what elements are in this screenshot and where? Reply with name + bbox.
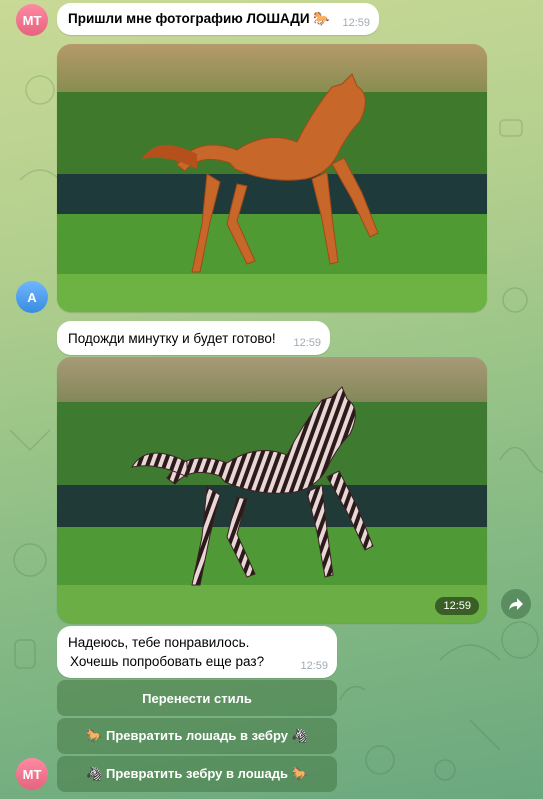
avatar-initials: MT: [22, 766, 42, 782]
message-bubble: Подожди минутку и будет готово! 12:59: [57, 321, 330, 355]
photo-time: 12:59: [435, 597, 479, 615]
message-text: Пришли мне фотографию ЛОШАДИ 🐎: [68, 11, 331, 26]
share-arrow-icon[interactable]: [501, 589, 531, 619]
button-label: 🦓 Превратить зебру в лошадь 🐎: [86, 766, 308, 781]
message-time: 12:59: [293, 337, 321, 349]
avatar-initials: A: [27, 289, 37, 305]
message-time: 12:59: [342, 17, 370, 29]
message-bubble: Надеюсь, тебе понравилось. Хочешь попроб…: [57, 626, 337, 678]
transfer-style-button[interactable]: Перенести стиль: [57, 680, 337, 716]
message-bubble: Пришли мне фотографию ЛОШАДИ 🐎 12:59: [57, 3, 379, 35]
button-label: 🐎 Превратить лошадь в зебру 🦓: [86, 728, 308, 743]
message-text: Подожди минутку и будет готово!: [68, 331, 276, 346]
button-label: Перенести стиль: [142, 690, 252, 706]
message-text-line1: Надеюсь, тебе понравилось.: [68, 635, 250, 650]
chat-window: MT Пришли мне фотографию ЛОШАДИ 🐎 12:59: [0, 0, 543, 799]
avatar[interactable]: MT: [16, 4, 48, 36]
horse-photo[interactable]: [57, 44, 487, 312]
horse-to-zebra-button[interactable]: 🐎 Превратить лошадь в зебру 🦓: [57, 718, 337, 754]
avatar-initials: MT: [22, 12, 42, 28]
zebra-horse-photo[interactable]: 12:59: [57, 357, 487, 623]
message-time: 12:59: [300, 660, 328, 672]
avatar[interactable]: MT: [16, 758, 48, 790]
avatar[interactable]: A: [16, 281, 48, 313]
message-text-line2: Хочешь попробовать еще раз?: [70, 654, 265, 669]
zebra-to-horse-button[interactable]: 🦓 Превратить зебру в лошадь 🐎: [57, 756, 337, 792]
